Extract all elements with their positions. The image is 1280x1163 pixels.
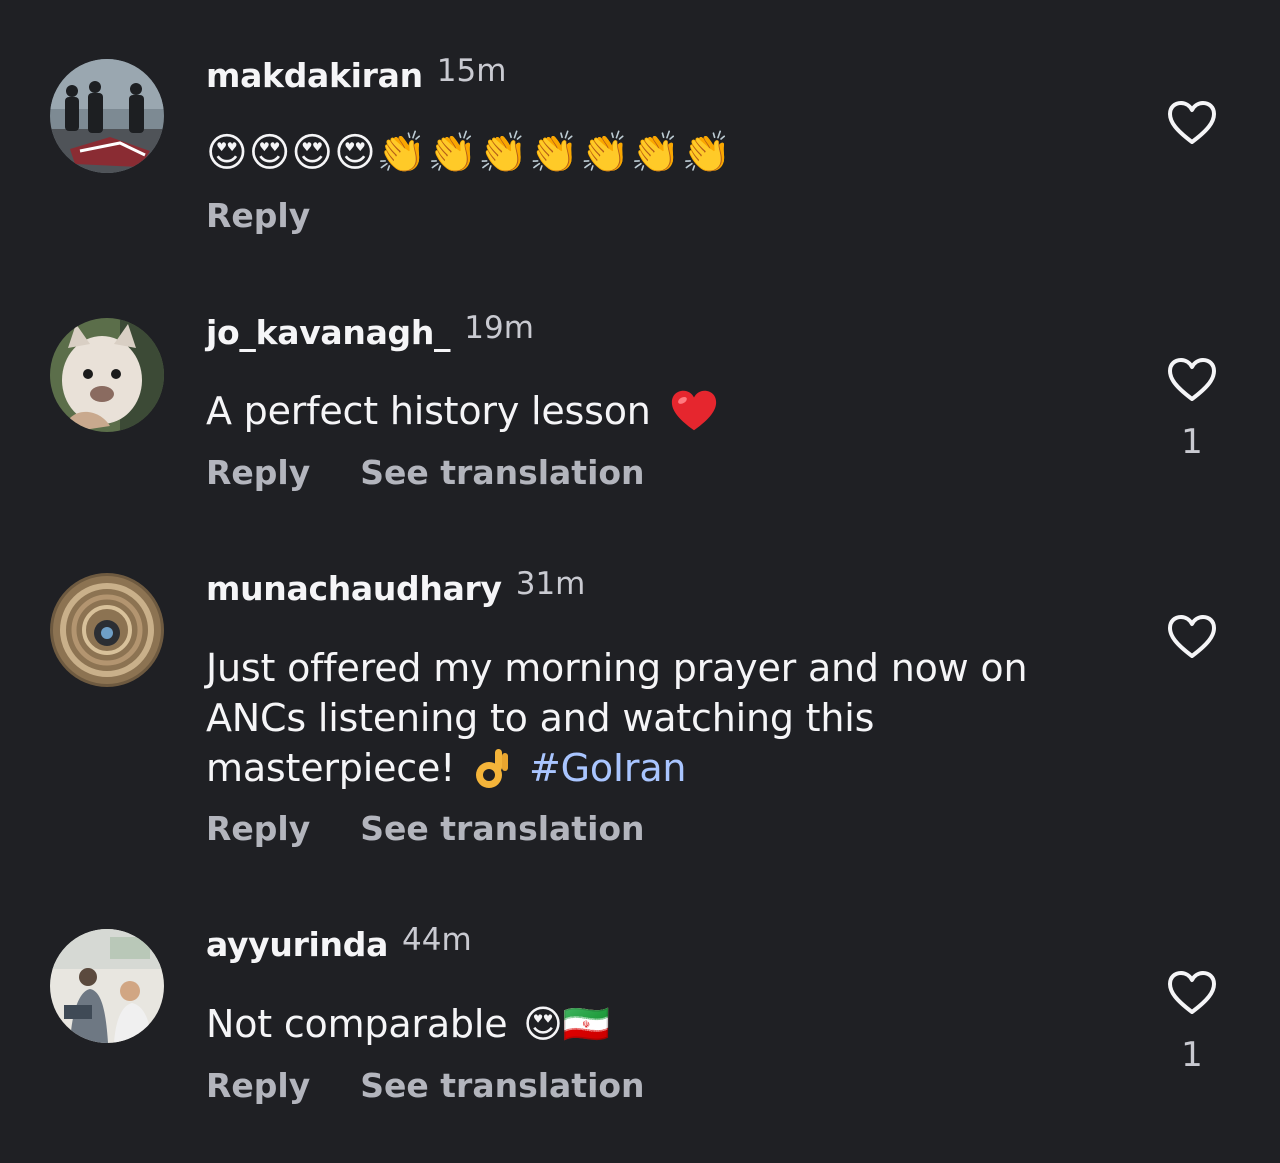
avatar[interactable] xyxy=(50,929,164,1043)
like-count: 1 xyxy=(1181,422,1203,462)
timestamp: 31m xyxy=(515,566,586,602)
username[interactable]: jo_kavanagh_ xyxy=(206,313,451,352)
see-translation-button[interactable]: See translation xyxy=(360,453,644,492)
reply-button[interactable]: Reply xyxy=(206,453,310,492)
avatar[interactable] xyxy=(50,59,164,173)
reply-button[interactable]: Reply xyxy=(206,196,310,235)
username[interactable]: munachaudhary xyxy=(206,569,502,608)
timestamp: 19m xyxy=(464,310,534,346)
username[interactable]: makdakiran xyxy=(206,56,423,95)
heart-outline-icon[interactable] xyxy=(1166,357,1218,403)
ok-hand-emoji xyxy=(476,748,509,788)
comment-text: Not comparable 😍🇮🇷 xyxy=(206,1002,610,1046)
username[interactable]: ayyurinda xyxy=(206,925,388,964)
like-count: 1 xyxy=(1181,1035,1203,1075)
timestamp: 44m xyxy=(402,922,472,958)
emoji-row: 😍🇮🇷 xyxy=(523,1002,610,1046)
reply-button[interactable]: Reply xyxy=(206,1066,310,1105)
timestamp: 15m xyxy=(436,53,507,89)
comment-text: Just offered my morning prayer and now o… xyxy=(206,646,1028,790)
avatar[interactable] xyxy=(50,573,164,687)
see-translation-button[interactable]: See translation xyxy=(360,1066,644,1105)
heart-outline-icon[interactable] xyxy=(1166,614,1218,660)
reply-button[interactable]: Reply xyxy=(206,809,310,848)
avatar[interactable] xyxy=(50,318,164,432)
heart-outline-icon[interactable] xyxy=(1166,100,1218,146)
see-translation-button[interactable]: See translation xyxy=(360,809,644,848)
red-heart-emoji xyxy=(671,390,716,430)
emoji-row: 😍😍😍😍👏👏👏👏👏👏👏 xyxy=(206,130,733,176)
comment-text: 😍😍😍😍👏👏👏👏👏👏👏 xyxy=(206,128,1126,178)
heart-outline-icon[interactable] xyxy=(1166,970,1218,1016)
comment-text: A perfect history lesson xyxy=(206,386,1126,436)
hashtag-link[interactable]: #GoIran xyxy=(529,746,687,790)
